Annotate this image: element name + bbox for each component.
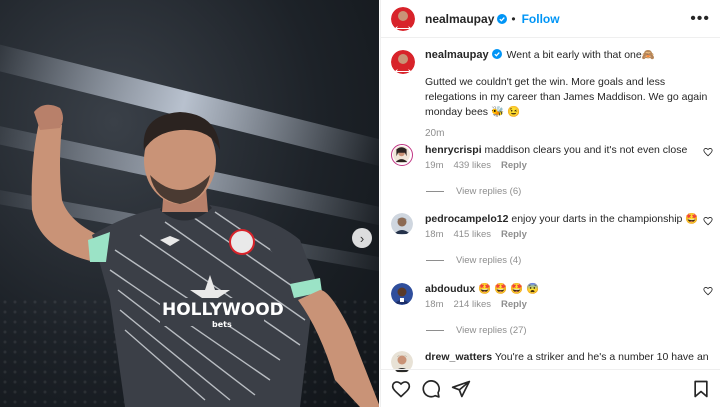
caption-line-1: Went a bit early with that one🙈: [506, 49, 655, 61]
heart-icon[interactable]: [391, 379, 411, 399]
post-photo[interactable]: HOLLYWOOD bets ›: [0, 0, 379, 407]
heart-icon[interactable]: [703, 147, 713, 157]
comment-icon[interactable]: [421, 379, 441, 399]
view-replies-button[interactable]: View replies (4): [426, 255, 521, 266]
avatar[interactable]: [391, 50, 415, 74]
post-header: nealmaupay • Follow •••: [381, 0, 720, 38]
view-replies-label: View replies (4): [456, 255, 522, 266]
post-side-panel: nealmaupay • Follow ••• nealmaupay Went …: [380, 0, 720, 407]
comment-likes[interactable]: 439 likes: [453, 160, 491, 171]
separator: •: [511, 11, 516, 26]
caption-line-2: Gutted we couldn't get the win. More goa…: [425, 76, 708, 118]
divider: [426, 330, 444, 331]
comment-likes[interactable]: 415 likes: [453, 229, 491, 240]
jersey-sponsor-subtext: bets: [212, 320, 232, 329]
comment-text: You're a striker and he's a number 10 ha…: [494, 351, 709, 363]
post-caption: nealmaupay Went a bit early with that on…: [391, 48, 711, 139]
view-replies-label: View replies (27): [456, 325, 527, 336]
jersey-sponsor-text: HOLLYWOOD: [162, 300, 284, 320]
verified-icon: [497, 13, 508, 24]
share-icon[interactable]: [451, 379, 471, 399]
more-icon[interactable]: •••: [690, 10, 710, 28]
reply-button[interactable]: Reply: [501, 299, 527, 310]
comment-username[interactable]: henrycrispi: [425, 144, 482, 156]
comment-item: abdoudux 🤩 🤩 🤩 😨 18m 214 likes Reply: [391, 282, 715, 310]
chevron-right-icon: ›: [359, 230, 365, 246]
player-illustration: [31, 104, 379, 407]
caption-timestamp: 20m: [425, 128, 445, 139]
comment-time: 19m: [425, 160, 444, 171]
comment-text: enjoy your darts in the championship 🤩: [511, 213, 699, 225]
comment-item: henrycrispi maddison clears you and it's…: [391, 143, 715, 171]
comment-username[interactable]: abdoudux: [425, 283, 475, 295]
divider: [426, 260, 444, 261]
divider: [426, 191, 444, 192]
follow-button[interactable]: Follow: [522, 12, 560, 26]
bookmark-icon[interactable]: [691, 379, 711, 399]
reply-button[interactable]: Reply: [501, 229, 527, 240]
avatar[interactable]: [391, 144, 413, 166]
action-bar: [381, 369, 720, 407]
post-username[interactable]: nealmaupay: [425, 12, 494, 26]
reply-button[interactable]: Reply: [501, 160, 527, 171]
comment-likes[interactable]: 214 likes: [453, 299, 491, 310]
comment-text: maddison clears you and it's not even cl…: [484, 144, 688, 156]
avatar[interactable]: [391, 6, 415, 31]
view-replies-button[interactable]: View replies (6): [426, 186, 521, 197]
view-replies-button[interactable]: View replies (27): [426, 325, 527, 336]
avatar[interactable]: [391, 213, 413, 235]
next-image-button[interactable]: ›: [352, 228, 372, 248]
avatar[interactable]: [391, 283, 413, 305]
comment-item: pedrocampelo12 enjoy your darts in the c…: [391, 212, 715, 240]
comment-username[interactable]: drew_watters: [425, 351, 492, 363]
comment-time: 18m: [425, 229, 444, 240]
view-replies-label: View replies (6): [456, 186, 522, 197]
heart-icon[interactable]: [703, 286, 713, 296]
comment-text: 🤩 🤩 🤩 😨: [478, 283, 540, 295]
caption-username[interactable]: nealmaupay: [425, 49, 489, 61]
verified-icon: [491, 49, 502, 59]
comment-time: 18m: [425, 299, 444, 310]
comment-username[interactable]: pedrocampelo12: [425, 213, 508, 225]
heart-icon[interactable]: [703, 216, 713, 226]
